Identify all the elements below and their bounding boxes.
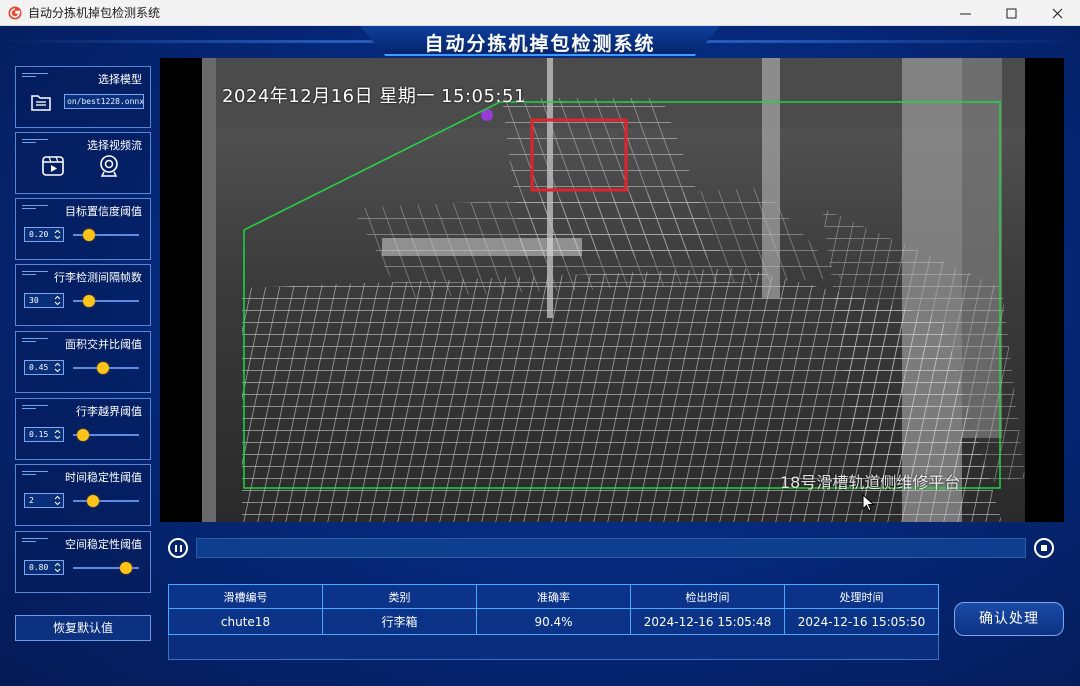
window-title: 自动分拣机掉包检测系统 [28,6,161,20]
video-display: 2024年12月16日 星期一 15:05:51 18号滑槽轨道侧维修平台 [160,58,1064,522]
iou-slider[interactable] [73,362,139,374]
param-panel-confidence: 目标置信度阈值 0.20 [15,198,151,260]
iou-spinbox[interactable]: 0.45 [24,360,64,375]
app-window: 自动分拣机掉包检测系统 选择模型 on/best1228.onnx 选择视频流 [0,26,1080,686]
maximize-button[interactable] [988,0,1034,26]
param-panel-iou: 面积交并比阈值 0.45 [15,331,151,393]
spinbox-arrows-icon[interactable] [54,495,61,506]
spinbox-value: 30 [29,296,39,305]
panel-decoration [22,73,48,81]
param-panel-temporal: 时间稳定性阈值 2 [15,464,151,526]
spinbox-value: 0.20 [29,230,49,239]
app-header: 自动分拣机掉包检测系统 [0,26,1080,58]
spinbox-value: 0.15 [29,430,49,439]
panel-decoration [22,471,48,479]
cell-chute-id: chute18 [168,608,323,635]
page-title: 自动分拣机掉包检测系统 [424,33,656,55]
video-timestamp: 2024年12月16日 星期一 15:05:51 [222,86,526,107]
video-source-panel: 选择视频流 [15,132,151,194]
window-titlebar: 自动分拣机掉包检测系统 [0,0,1080,26]
boundary-slider[interactable] [73,429,139,441]
spinbox-value: 0.80 [29,563,49,572]
interval-spinbox[interactable]: 30 [24,293,64,308]
spinbox-value: 2 [29,496,34,505]
mouse-cursor-icon [862,494,875,512]
minimize-icon [959,13,971,14]
param-title: 面积交并比阈值 [65,338,142,351]
results-table: 滑槽编号 类别 准确率 检出时间 处理时间 chute18 行李箱 90.4% … [168,584,939,660]
temporal-slider[interactable] [73,495,139,507]
table-header-row: 滑槽编号 类别 准确率 检出时间 处理时间 [168,584,939,609]
interval-slider[interactable] [73,295,139,307]
column-header: 滑槽编号 [168,584,323,609]
slider-handle[interactable] [82,229,95,241]
column-header: 处理时间 [784,584,939,609]
panel-decoration [22,205,48,213]
slider-handle[interactable] [86,495,99,507]
slider-handle[interactable] [82,295,95,307]
param-title: 目标置信度阈值 [65,205,142,218]
param-panel-boundary: 行李越界阈值 0.15 [15,398,151,460]
cell-detect-time: 2024-12-16 15:05:48 [630,608,785,635]
column-header: 准确率 [476,584,631,609]
panel-decoration [22,405,48,413]
panel-decoration [22,338,48,346]
spinbox-arrows-icon[interactable] [54,362,61,373]
spinbox-arrows-icon[interactable] [54,229,61,240]
camera-frame-image [202,58,1025,522]
param-title: 行李越界阈值 [76,405,142,418]
boundary-spinbox[interactable]: 0.15 [24,427,64,442]
pause-button[interactable] [168,538,188,558]
model-select-panel: 选择模型 on/best1228.onnx [15,66,151,128]
playback-progress-bar[interactable] [196,538,1026,558]
video-file-icon[interactable] [40,153,66,179]
spinbox-arrows-icon[interactable] [54,429,61,440]
camera-location-label: 18号滑槽轨道侧维修平台 [780,473,961,492]
param-title: 时间稳定性阈值 [65,471,142,484]
folder-document-icon[interactable] [30,91,52,113]
maximize-icon [1006,8,1016,18]
param-title: 行李检测间隔帧数 [54,271,142,284]
param-panel-spatial: 空间稳定性阈值 0.80 [15,531,151,593]
model-panel-title: 选择模型 [98,73,142,86]
spatial-spinbox[interactable]: 0.80 [24,560,64,575]
stop-button[interactable] [1034,538,1054,558]
video-source-panel-title: 选择视频流 [87,139,142,152]
spinbox-arrows-icon[interactable] [54,562,61,573]
spinbox-value: 0.45 [29,363,49,372]
slider-handle[interactable] [76,429,89,441]
cell-accuracy: 90.4% [476,608,631,635]
spatial-slider[interactable] [73,562,139,574]
column-header: 类别 [322,584,477,609]
panel-decoration [22,538,48,546]
confidence-slider[interactable] [73,229,139,241]
panel-decoration [22,271,48,279]
spinbox-arrows-icon[interactable] [54,295,61,306]
confidence-spinbox[interactable]: 0.20 [24,227,64,242]
table-row[interactable]: chute18 行李箱 90.4% 2024-12-16 15:05:48 20… [168,608,939,635]
app-logo-icon [8,6,22,19]
panel-decoration [22,139,48,147]
param-panel-interval: 行李检测间隔帧数 30 [15,264,151,326]
close-button[interactable] [1034,0,1080,26]
cell-category: 行李箱 [322,608,477,635]
slider-handle[interactable] [96,362,109,374]
column-header: 检出时间 [630,584,785,609]
slider-handle[interactable] [119,562,132,574]
minimize-button[interactable] [942,0,988,26]
param-title: 空间稳定性阈值 [65,538,142,551]
close-icon [1052,8,1062,18]
webcam-icon[interactable] [96,153,122,179]
cell-process-time: 2024-12-16 15:05:50 [784,608,939,635]
reset-defaults-button[interactable]: 恢复默认值 [15,615,151,641]
temporal-spinbox[interactable]: 2 [24,493,64,508]
model-path-field[interactable]: on/best1228.onnx [64,94,144,109]
confirm-handle-button[interactable]: 确认处理 [954,602,1064,636]
